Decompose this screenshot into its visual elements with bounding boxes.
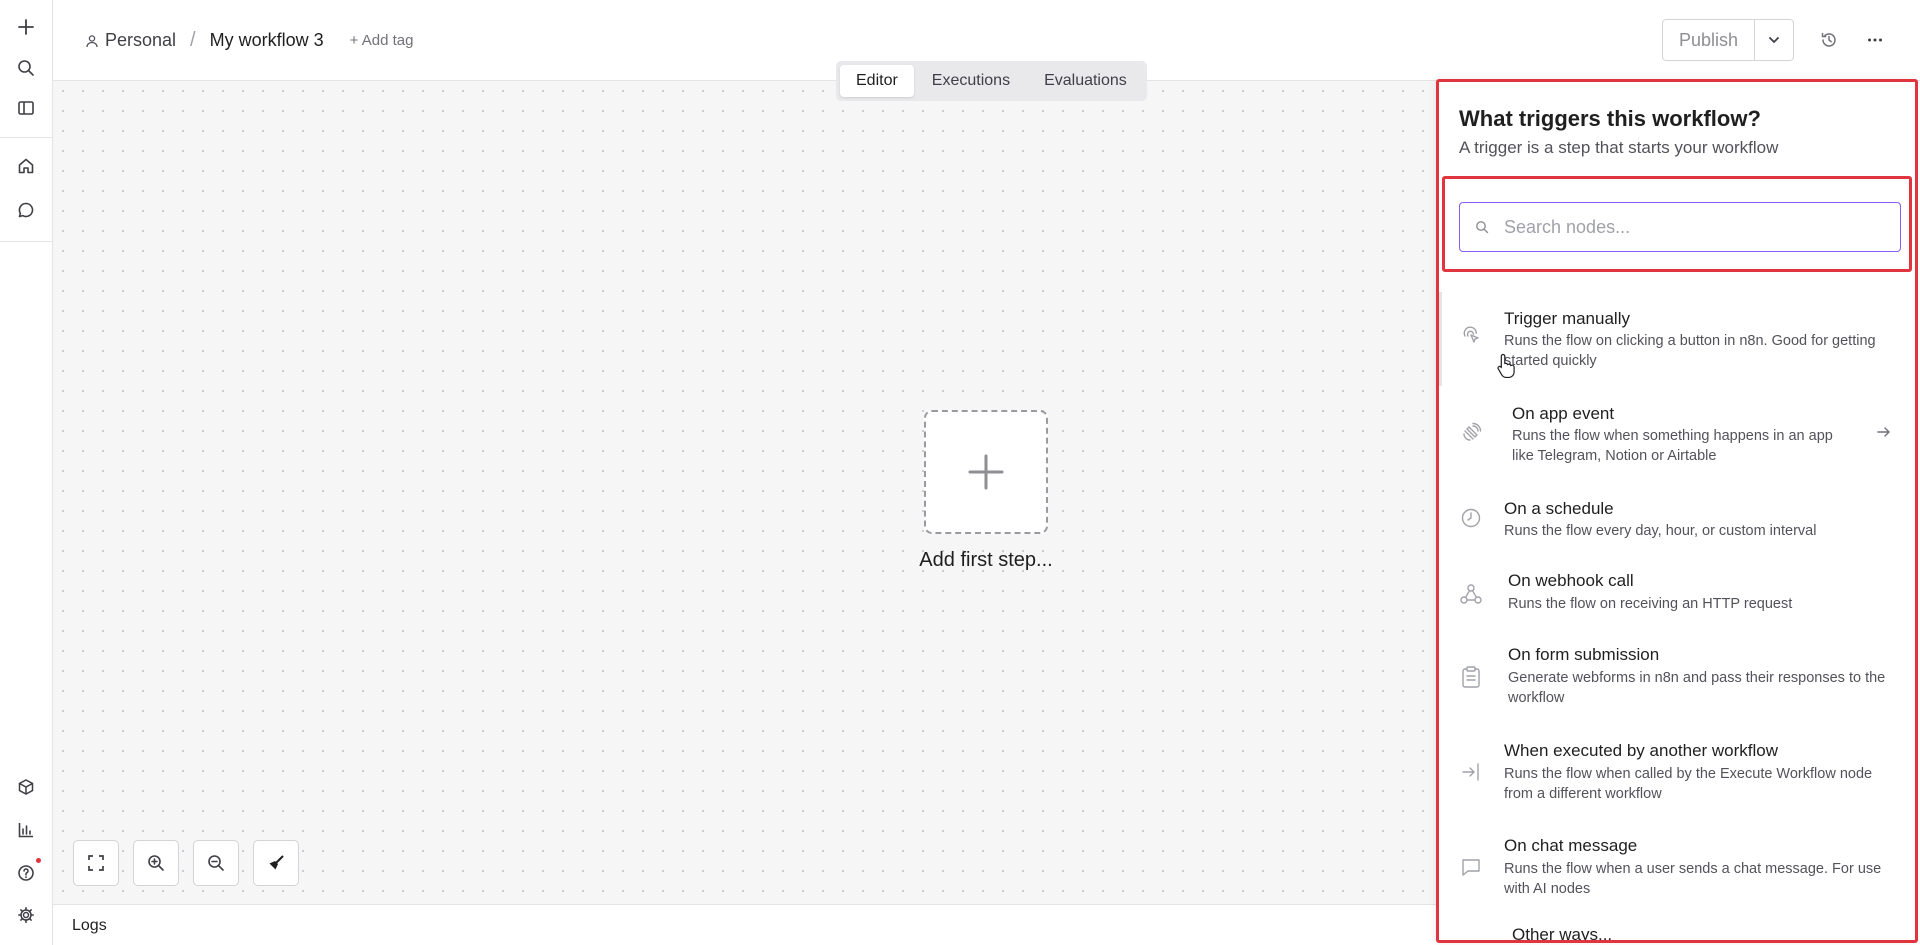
panel-subtitle: A trigger is a step that starts your wor… (1459, 138, 1779, 157)
search-icon (1460, 220, 1504, 234)
zoom-in-button[interactable] (133, 840, 179, 886)
history-icon[interactable] (1815, 26, 1843, 54)
workflow-canvas[interactable]: Add first step... (53, 81, 1437, 904)
add-first-step-button[interactable] (924, 410, 1048, 534)
trigger-item-other[interactable]: Other ways... (1442, 914, 1912, 943)
project-link[interactable]: Personal (85, 30, 176, 51)
tab-evaluations[interactable]: Evaluations (1028, 65, 1143, 97)
trigger-item-desc: Runs the flow when something happens in … (1512, 428, 1833, 464)
zoom-out-button[interactable] (193, 840, 239, 886)
webhook-icon (1458, 581, 1484, 607)
more-options-icon[interactable] (1861, 26, 1889, 54)
publish-button[interactable]: Publish (1663, 20, 1755, 60)
plus-icon (968, 454, 1004, 490)
trigger-item-name: On chat message (1504, 836, 1638, 855)
tab-editor[interactable]: Editor (840, 65, 914, 97)
trigger-item-name: On webhook call (1508, 571, 1634, 590)
plus-icon[interactable] (12, 13, 40, 41)
insights-icon[interactable] (12, 816, 40, 844)
chevron-down-icon[interactable] (1755, 20, 1793, 60)
trigger-panel: What triggers this workflow? A trigger i… (1436, 79, 1918, 943)
logs-bar[interactable]: Logs (53, 904, 1437, 945)
trigger-item-app-event[interactable]: On app event Runs the flow when somethin… (1442, 387, 1912, 481)
help-icon[interactable] (12, 859, 40, 887)
app: Personal / My workflow 3 + Add tag Publi… (0, 0, 1920, 945)
add-tag-button[interactable]: + Add tag (350, 32, 414, 49)
trigger-item-chat[interactable]: On chat message Runs the flow when a use… (1442, 820, 1912, 914)
zoom-out-icon (208, 855, 224, 871)
settings-icon[interactable] (12, 901, 40, 929)
breadcrumb: Personal / My workflow 3 + Add tag (85, 29, 413, 52)
clock-icon (1458, 505, 1484, 531)
trigger-item-desc: Runs the flow when called by the Execute… (1504, 766, 1873, 802)
fit-view-button[interactable] (73, 840, 119, 886)
search-highlight (1442, 176, 1912, 272)
templates-icon[interactable] (12, 773, 40, 801)
rail-divider (0, 137, 52, 138)
zoom-in-icon (148, 855, 164, 871)
user-icon (86, 34, 98, 47)
trigger-item-name: When executed by another workflow (1504, 741, 1779, 760)
zoom-controls (73, 840, 299, 886)
trigger-item-name: Trigger manually (1504, 309, 1630, 328)
cursor-click-icon (1458, 323, 1484, 349)
left-rail (0, 0, 53, 945)
breadcrumb-separator: / (190, 29, 196, 51)
chat-bubble-icon (1458, 854, 1484, 880)
rail-divider (0, 241, 52, 242)
publish-button-group: Publish (1662, 19, 1794, 61)
clipboard-icon (1458, 664, 1484, 690)
logs-label: Logs (72, 917, 107, 934)
home-icon[interactable] (12, 152, 40, 180)
workflow-name[interactable]: My workflow 3 (210, 30, 324, 51)
arrow-right-icon (1874, 422, 1894, 442)
search-field (1459, 202, 1901, 252)
search-icon[interactable] (12, 54, 40, 82)
tidy-up-button[interactable] (253, 840, 299, 886)
trigger-item-name: On app event (1512, 404, 1615, 423)
trigger-item-desc: Runs the flow every day, hour, or custom… (1504, 523, 1817, 539)
hand-cursor-icon (1497, 353, 1515, 378)
chat-icon[interactable] (12, 196, 40, 224)
project-name: Personal (105, 30, 177, 50)
search-input[interactable] (1504, 216, 1884, 238)
view-tabs: Editor Executions Evaluations (836, 61, 1147, 101)
trigger-item-name: On form submission (1508, 645, 1660, 664)
trigger-item-name: Other ways... (1512, 925, 1613, 943)
trigger-item-desc: Runs the flow on receiving an HTTP reque… (1508, 596, 1793, 612)
fullscreen-icon (88, 855, 104, 871)
panel-title: What triggers this workflow? (1459, 106, 1761, 131)
trigger-item-desc: Generate webforms in n8n and pass their … (1508, 670, 1886, 706)
trigger-item-name: On a schedule (1504, 499, 1614, 518)
trigger-item-schedule[interactable]: On a schedule Runs the flow every day, h… (1442, 482, 1912, 554)
satellite-icon (1458, 420, 1484, 446)
tab-executions[interactable]: Executions (916, 65, 1026, 97)
broom-icon (269, 855, 284, 870)
sign-in-icon (1458, 759, 1484, 785)
trigger-item-desc: Runs the flow when a user sends a chat m… (1504, 861, 1882, 897)
trigger-item-desc: Runs the flow on clicking a button in n8… (1504, 333, 1876, 369)
notification-dot (36, 858, 41, 863)
trigger-item-form[interactable]: On form submission Generate webforms in … (1442, 630, 1912, 724)
trigger-item-webhook[interactable]: On webhook call Runs the flow on receivi… (1442, 556, 1912, 628)
trigger-item-subworkflow[interactable]: When executed by another workflow Runs t… (1442, 725, 1912, 819)
sidebar-toggle-icon[interactable] (12, 94, 40, 122)
add-first-step-label: Add first step... (919, 549, 1053, 571)
